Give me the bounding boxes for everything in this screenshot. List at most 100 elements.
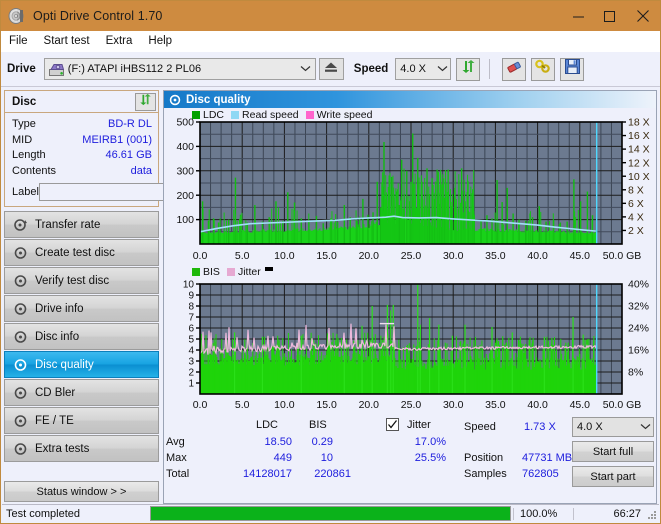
status-message: Test completed (6, 507, 80, 520)
svg-text:5: 5 (188, 334, 194, 345)
sidebar-item-extra-tests[interactable]: Extra tests (4, 435, 159, 462)
svg-text:35.0: 35.0 (485, 399, 506, 411)
stats-position-label: Position (464, 452, 504, 464)
svg-text:32%: 32% (628, 300, 649, 312)
svg-text:100: 100 (176, 214, 194, 226)
disc-quality-icon (11, 358, 31, 372)
title-bar: Opti Drive Control 1.70 (1, 1, 660, 31)
drive-info-icon (11, 302, 31, 316)
sidebar-item-label: CD Bler (35, 386, 76, 399)
svg-text:2: 2 (188, 367, 194, 378)
svg-text:6: 6 (188, 323, 194, 334)
svg-text:6 X: 6 X (628, 198, 644, 210)
eject-button[interactable] (318, 58, 344, 80)
sidebar-item-disc-quality[interactable]: Disc quality (4, 351, 159, 378)
refresh-icon (139, 93, 152, 111)
svg-text:1: 1 (188, 378, 194, 389)
svg-text:40.0: 40.0 (527, 399, 548, 411)
sidebar-item-create-test-disc[interactable]: Create test disc (4, 239, 159, 266)
disc-row-contents-key: Contents (12, 164, 57, 177)
menu-start-test[interactable]: Start test (44, 35, 90, 47)
legend-marker-box (264, 266, 273, 271)
bis-jitter-chart-svg: 12345678910 8% 16% 24% 32% 40% 0.0 5.0 10.0 15.0 2… (183, 278, 649, 411)
maximize-button[interactable] (594, 1, 625, 31)
erase-button[interactable] (502, 57, 527, 81)
sidebar-item-label: Disc info (35, 330, 80, 343)
close-button[interactable] (625, 1, 660, 31)
stats-speed-value: 1.73 X (524, 421, 556, 433)
svg-text:45.0: 45.0 (570, 250, 591, 262)
svg-text:8%: 8% (628, 366, 643, 378)
svg-text:14 X: 14 X (628, 144, 650, 156)
disc-row-length-value: 46.61 GB (105, 149, 152, 161)
progress-bar-fill (151, 507, 510, 520)
stats-panel: LDC BIS Jitter Avg Max Total 18.50 449 1… (164, 414, 656, 503)
sidebar-item-disc-info[interactable]: Disc info (4, 323, 159, 350)
sidebar-item-drive-info[interactable]: Drive info (4, 295, 159, 322)
sidebar-item-fe-te[interactable]: FE / TE (4, 407, 159, 434)
disc-row-type-value: BD-R DL (107, 118, 152, 130)
legend-item-write-speed: Write speed (305, 109, 373, 121)
menu-file[interactable]: File (9, 35, 28, 47)
speed-label: Speed (353, 63, 389, 75)
sidebar-item-transfer-rate[interactable]: Transfer rate (4, 211, 159, 238)
refresh-button[interactable] (456, 57, 481, 81)
sidebar-item-label: Verify test disc (35, 274, 110, 287)
minimize-button[interactable] (563, 1, 594, 31)
sidebar-item-verify-test-disc[interactable]: Verify test disc (4, 267, 159, 294)
tools-icon (535, 59, 551, 79)
stats-max-jitter: 25.5% (414, 452, 446, 464)
jitter-checkbox[interactable] (386, 418, 399, 431)
disc-panel-header: Disc (5, 91, 158, 113)
test-speed-select[interactable]: 4.0 X (572, 417, 654, 437)
svg-text:15.0: 15.0 (316, 250, 337, 262)
refresh-icon (461, 59, 476, 79)
drive-select-value: (F:) ATAPI iHBS112 2 PL06 (67, 63, 202, 75)
charts-area: LDC Read speed Write speed 100 200 300 400 5… (164, 108, 656, 414)
ldc-chart: LDC Read speed Write speed 100 200 300 400 5… (164, 108, 656, 266)
svg-text:0.0: 0.0 (193, 399, 208, 411)
sidebar: Disc Type BD-R DL MID MEIRB1 (001) Lengt… (4, 90, 241, 504)
drive-select[interactable]: (F:) ATAPI iHBS112 2 PL06 (43, 58, 316, 80)
disc-row-mid-key: MID (12, 133, 33, 146)
svg-text:10.0: 10.0 (274, 250, 295, 262)
svg-text:5.0: 5.0 (235, 399, 250, 411)
stats-row-total-label: Total (166, 468, 190, 480)
legend-item-read-speed: Read speed (231, 109, 299, 121)
status-window-button[interactable]: Status window > > (4, 481, 159, 502)
test-speed-select-value: 4.0 X (577, 421, 603, 433)
svg-text:25.0: 25.0 (401, 399, 422, 411)
app-icon (8, 7, 26, 25)
menu-extra[interactable]: Extra (106, 35, 133, 47)
stats-samples-label: Samples (464, 468, 507, 480)
stats-total-bis: 220861 (314, 468, 351, 480)
chevron-down-icon (435, 64, 449, 74)
speed-select[interactable]: 4.0 X (395, 58, 452, 80)
legend-label-ldc: LDC (203, 109, 225, 121)
sidebar-item-cd-bler[interactable]: CD Bler (4, 379, 159, 406)
svg-text:8: 8 (188, 301, 194, 312)
disc-refresh-button[interactable] (135, 92, 156, 111)
stats-position-value: 47731 MB (522, 452, 573, 464)
panel-title: Disc quality (186, 93, 251, 106)
svg-text:20.0: 20.0 (359, 250, 380, 262)
eject-icon (324, 60, 338, 78)
svg-text:300: 300 (176, 165, 194, 177)
save-button[interactable] (560, 57, 585, 81)
main-body: Disc Type BD-R DL MID MEIRB1 (001) Lengt… (1, 87, 660, 504)
start-full-button[interactable]: Start full (572, 441, 654, 462)
progress-bar (150, 506, 511, 521)
tools-button[interactable] (531, 57, 556, 81)
legend-item-jitter: Jitter (226, 266, 261, 278)
bis-jitter-chart: BIS Jitter 1 2 3 4 5 6 7 8 9 10 8% 16% 24% 32% 40% 0.0 5… (164, 266, 656, 414)
svg-text:2 X: 2 X (628, 225, 644, 237)
svg-text:400: 400 (176, 141, 194, 153)
chevron-down-icon (299, 64, 313, 74)
sidebar-item-label: FE / TE (35, 414, 74, 427)
eraser-icon (506, 60, 522, 79)
resize-grip[interactable] (645, 508, 657, 520)
start-part-button[interactable]: Start part (572, 466, 654, 487)
transfer-rate-icon (11, 218, 31, 232)
menu-help[interactable]: Help (148, 35, 172, 47)
